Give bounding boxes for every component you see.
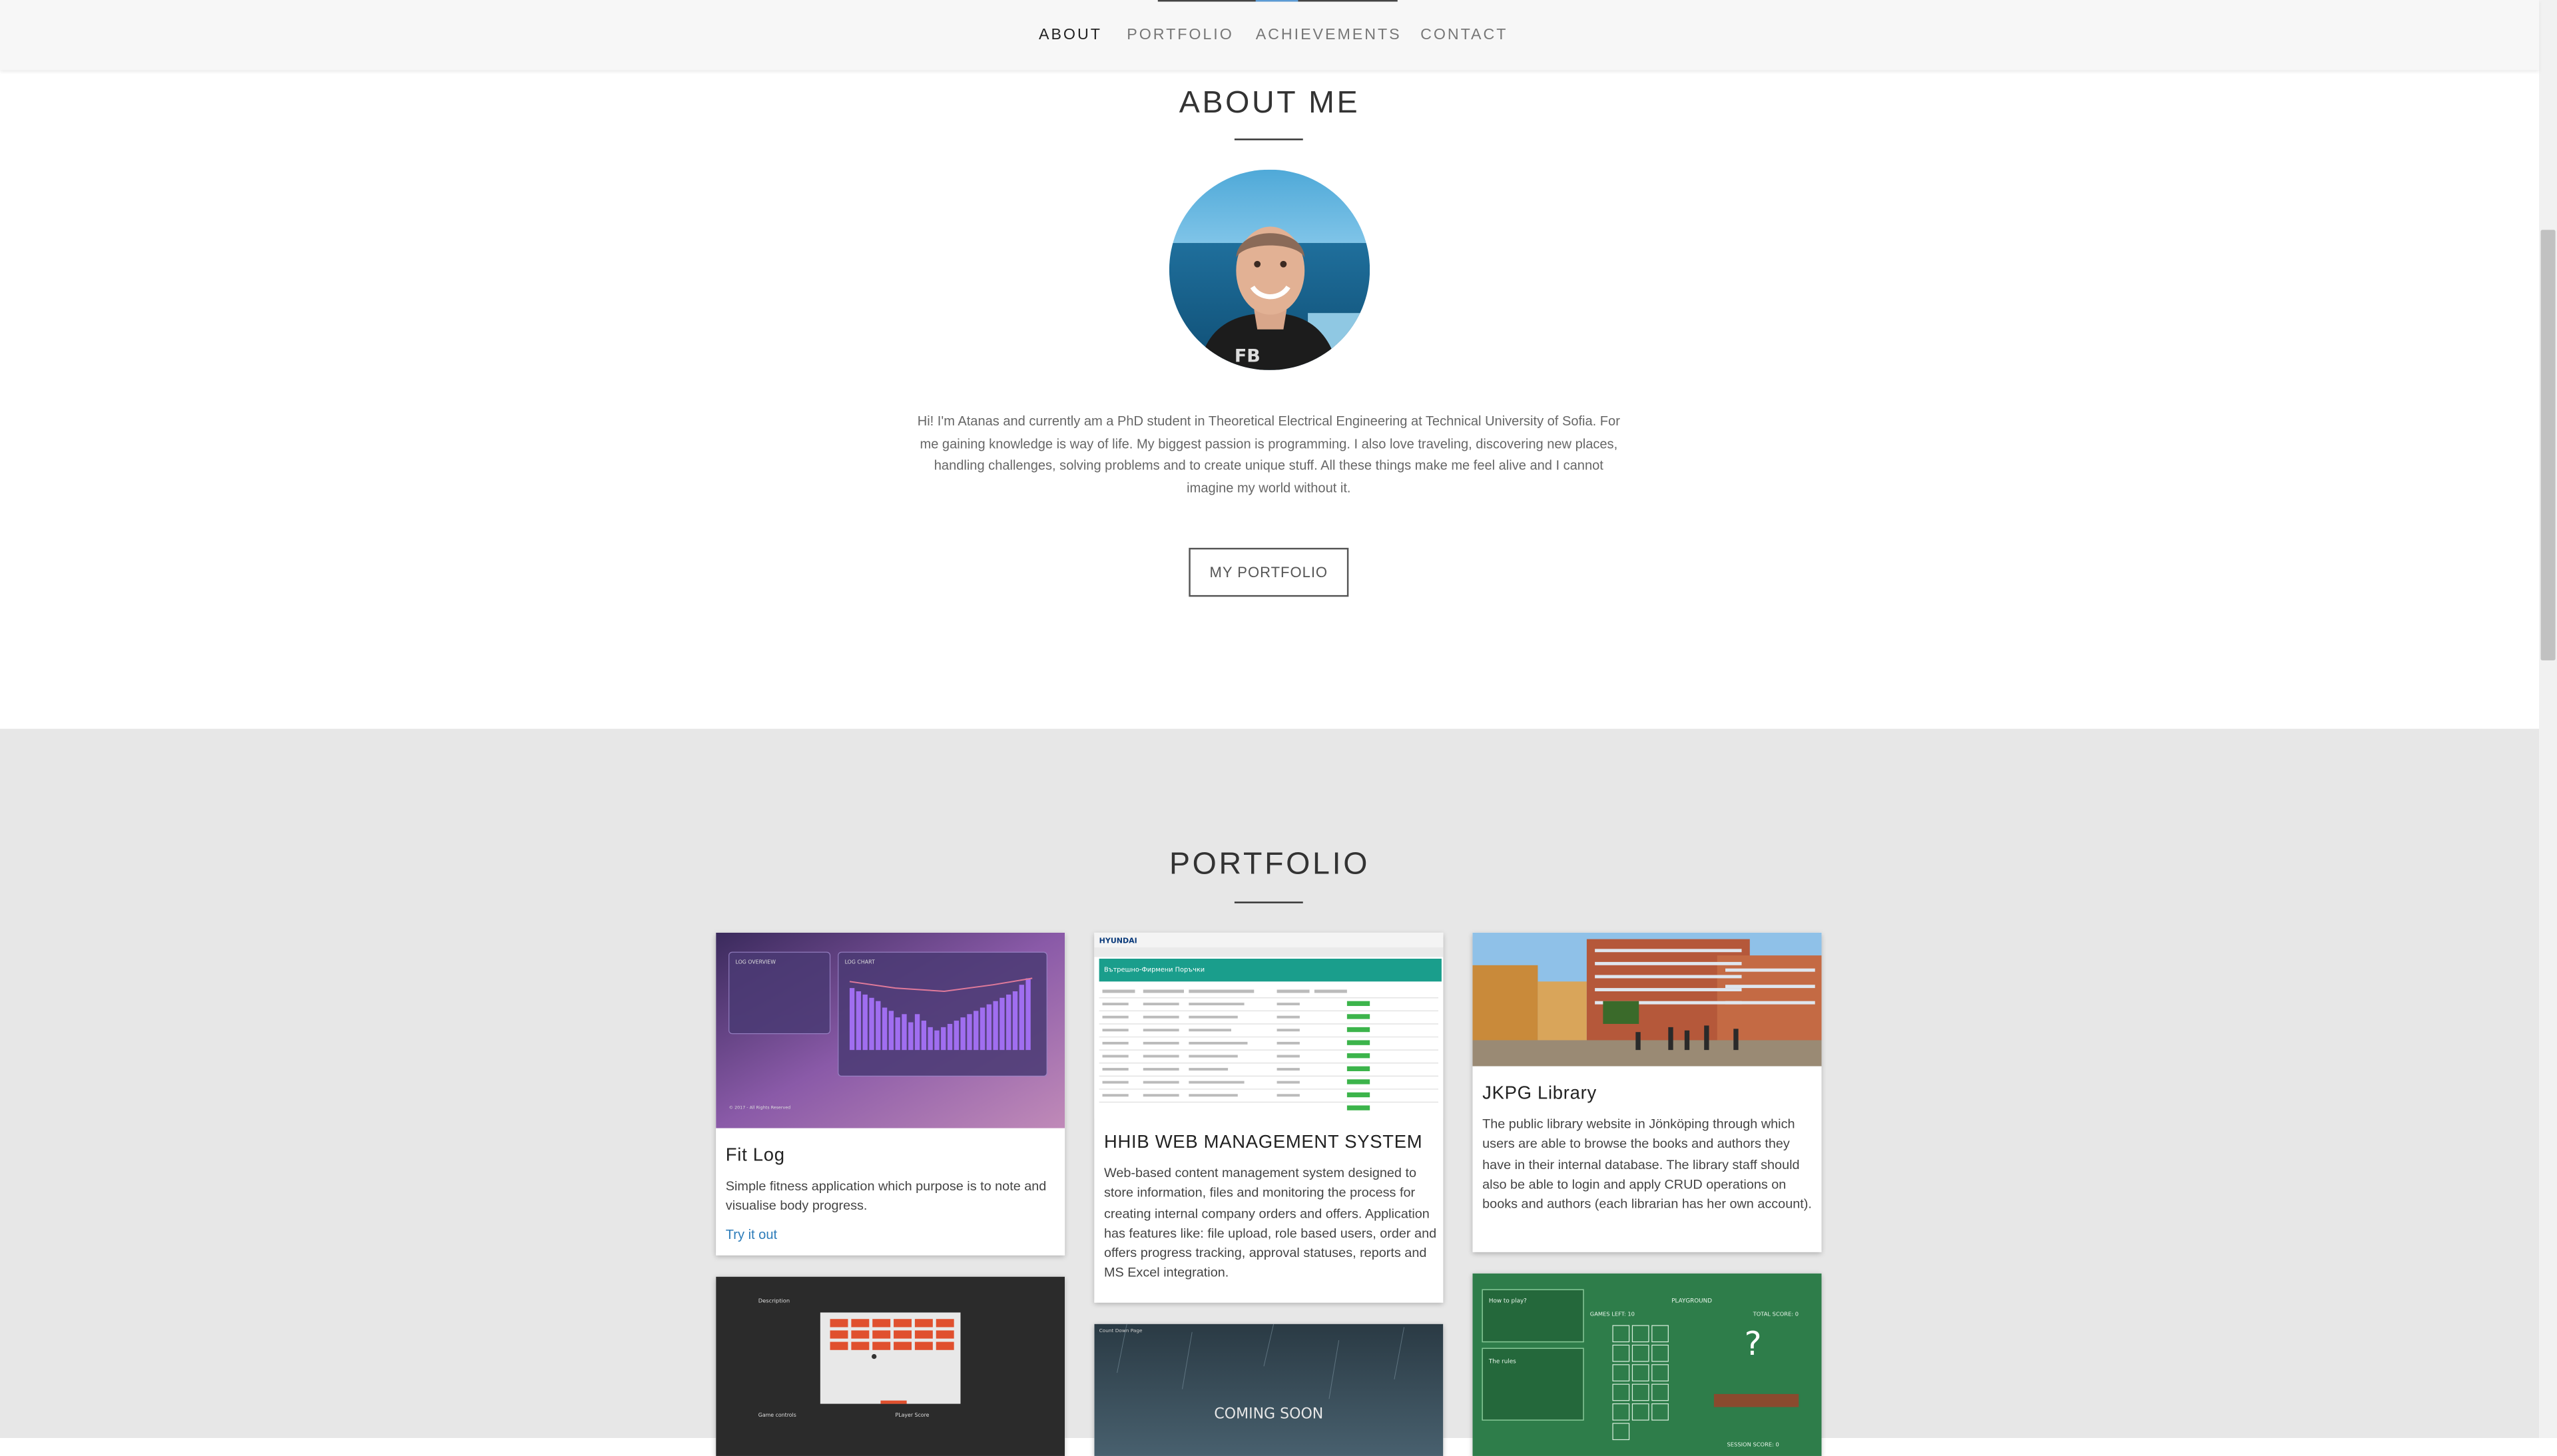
brick-thumb-description: Description [758, 1298, 790, 1304]
fitlog-thumbnail: LOG OVERVIEW LOG CHART © 2017 - All Righ… [716, 932, 1065, 1128]
nav-indicator-accent [1255, 0, 1298, 2]
page-scrollbar-track[interactable] [2539, 0, 2557, 1439]
portfolio-card-coming-soon[interactable]: Count Down Page COMING SOON [1094, 1324, 1444, 1456]
portfolio-card-hhib[interactable]: HYUNDAI Вътрешно-Фирмени Поръчки HHIB WE… [1094, 932, 1444, 1303]
coming-soon-thumb-text: COMING SOON [1214, 1406, 1323, 1423]
about-section: ABOUT ME FB Hi! I'm Atanas and currently… [0, 70, 2540, 729]
nav-item-contact[interactable]: CONTACT [1420, 26, 1508, 44]
about-title: ABOUT ME [1179, 86, 1360, 121]
avatar: FB [1169, 169, 1370, 370]
nav-item-portfolio[interactable]: PORTFOLIO [1127, 26, 1233, 44]
brick-game-thumbnail: Description Game controls PLayer Score [716, 1276, 1065, 1456]
try-it-out-link[interactable]: Try it out [726, 1228, 777, 1242]
number-game-thumbnail: How to play? The rules PLAYGROUND GAMES … [1472, 1273, 1822, 1456]
fitlog-thumb-footer: © 2017 - All Rights Reserved [729, 1104, 790, 1110]
about-bio: Hi! I'm Atanas and currently am a PhD st… [917, 414, 1620, 495]
fitlog-thumb-panel-right: LOG CHART [845, 959, 875, 965]
number-game-thumb-rules: The rules [1488, 1358, 1516, 1365]
card-description: Web-based content management system desi… [1103, 1166, 1437, 1281]
hhib-thumb-header: Вътрешно-Фирмени Поръчки [1104, 967, 1205, 974]
card-description: Simple fitness application which purpose… [725, 1178, 1047, 1214]
number-game-thumb-total-score: TOTAL SCORE: 0 [1753, 1310, 1799, 1317]
fitlog-thumb-panel-left: LOG OVERVIEW [735, 959, 776, 965]
about-title-divider [1234, 138, 1303, 140]
hhib-thumb-brand: HYUNDAI [1099, 937, 1137, 945]
coming-soon-thumbnail: Count Down Page COMING SOON [1094, 1324, 1444, 1456]
number-game-thumb-question: ? [1745, 1325, 1762, 1363]
nav-item-about[interactable]: ABOUT [1039, 26, 1102, 44]
portfolio-title: PORTFOLIO [1169, 848, 1370, 882]
page-scrollbar-thumb[interactable] [2540, 230, 2556, 660]
card-title: JKPG Library [1482, 1084, 1597, 1104]
portfolio-section: PORTFOLIO LOG OVERVIEW LOG CHART © 2017 … [0, 728, 2540, 1456]
my-portfolio-button[interactable]: MY PORTFOLIO [1189, 547, 1349, 597]
hhib-thumbnail: HYUNDAI Вътрешно-Фирмени Поръчки [1094, 932, 1444, 1119]
coming-soon-thumb-corner: Count Down Page [1099, 1328, 1143, 1334]
brick-thumb-player-score: PLayer Score [896, 1412, 930, 1418]
number-game-thumb-session-score: SESSION SCORE: 0 [1727, 1441, 1779, 1447]
nav-item-achievements[interactable]: ACHIEVEMENTS [1256, 26, 1402, 44]
card-title: Fit Log [725, 1146, 785, 1166]
card-title: HHIB WEB MANAGEMENT SYSTEM [1103, 1133, 1423, 1153]
number-game-thumb-games-left: GAMES LEFT: 10 [1590, 1310, 1635, 1317]
number-game-thumb-how-to: How to play? [1489, 1298, 1527, 1305]
top-navbar: ABOUT PORTFOLIO ACHIEVEMENTS CONTACT [0, 0, 2540, 71]
card-description: The public library website in Jönköping … [1482, 1116, 1812, 1212]
portfolio-card-fitlog[interactable]: LOG OVERVIEW LOG CHART © 2017 - All Righ… [716, 932, 1065, 1256]
portfolio-card-brick-game[interactable]: Description Game controls PLayer Score [716, 1276, 1065, 1456]
number-game-thumb-playground: PLAYGROUND [1671, 1298, 1712, 1305]
brick-thumb-controls: Game controls [758, 1412, 796, 1418]
portfolio-title-divider [1234, 901, 1303, 903]
nav-links: ABOUT PORTFOLIO ACHIEVEMENTS CONTACT [0, 26, 2539, 49]
svg-text:FB: FB [1235, 346, 1261, 367]
jkpg-thumbnail [1472, 932, 1822, 1067]
portfolio-card-number-game[interactable]: How to play? The rules PLAYGROUND GAMES … [1472, 1273, 1822, 1456]
nav-scroll-indicator [1157, 0, 1398, 2]
portfolio-card-jkpg-library[interactable]: JKPG Library The public library website … [1472, 932, 1822, 1252]
